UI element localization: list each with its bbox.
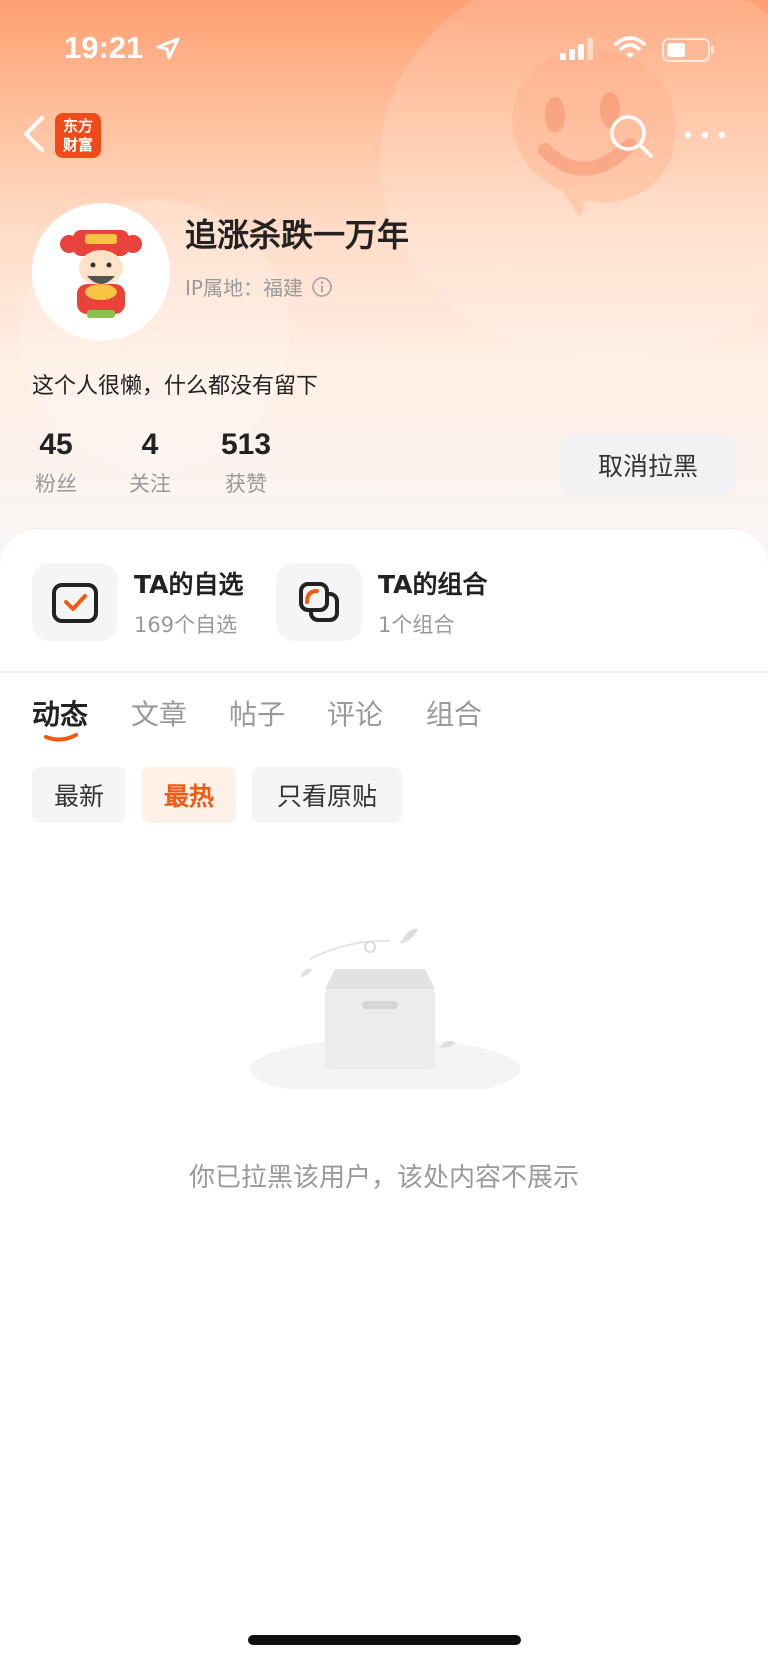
tab-dynamics[interactable]: 动态 — [32, 693, 88, 733]
stat-value: 4 — [141, 428, 159, 461]
more-options-icon[interactable] — [680, 120, 730, 150]
location-arrow-icon — [156, 37, 180, 60]
home-indicator[interactable] — [248, 1635, 521, 1645]
tab-comments[interactable]: 评论 — [327, 693, 383, 733]
status-bar: 19:21 — [0, 0, 768, 100]
content-card: TA的自选 169个自选 TA的组合 1个组合 动态 文章 帖子 评论 组合 最… — [0, 528, 768, 1663]
stat-likes[interactable]: 513 获赞 — [210, 428, 282, 498]
empty-state-message: 你已拉黑该用户，该处内容不展示 — [188, 1163, 579, 1193]
status-time: 19:21 — [64, 30, 144, 65]
active-tab-indicator — [44, 733, 78, 742]
ip-location: IP属地：福建 — [185, 272, 333, 301]
watchlist-shortcut[interactable]: TA的自选 169个自选 — [32, 563, 243, 641]
stat-label: 粉丝 — [35, 472, 77, 496]
filter-hottest[interactable]: 最热 — [142, 767, 236, 823]
stat-label: 获赞 — [225, 472, 267, 496]
unblock-button[interactable]: 取消拉黑 — [560, 434, 736, 496]
filter-latest[interactable]: 最新 — [32, 767, 126, 823]
divider — [0, 671, 768, 673]
shortcut-subtitle: 1个组合 — [378, 613, 455, 637]
shortcut-subtitle: 169个自选 — [134, 613, 238, 637]
filter-original-only[interactable]: 只看原贴 — [252, 767, 402, 823]
stat-followers[interactable]: 45 粉丝 — [22, 428, 90, 498]
shortcut-title: TA的组合 — [378, 570, 488, 599]
app-logo[interactable]: 东方财富 — [55, 113, 101, 158]
god-of-wealth-avatar-icon — [60, 230, 142, 318]
shortcut-title: TA的自选 — [134, 570, 244, 599]
username: 追涨杀跌一万年 — [185, 216, 410, 254]
checkbox-watchlist-icon — [52, 583, 98, 623]
battery-icon — [662, 38, 714, 62]
watchlist-icon-box — [32, 563, 118, 641]
cellular-signal-icon — [560, 38, 593, 60]
portfolio-icon-box — [276, 563, 362, 641]
search-icon[interactable] — [608, 113, 654, 159]
tab-portfolios[interactable]: 组合 — [426, 693, 482, 733]
empty-box-illustration — [250, 928, 520, 1089]
wifi-icon — [614, 36, 646, 58]
portfolio-shortcut[interactable]: TA的组合 1个组合 — [276, 563, 487, 641]
tab-articles[interactable]: 文章 — [131, 693, 187, 733]
avatar[interactable] — [32, 203, 170, 341]
stat-value: 45 — [39, 428, 73, 461]
stat-following[interactable]: 4 关注 — [116, 428, 184, 498]
info-icon[interactable] — [311, 276, 333, 298]
stat-value: 513 — [220, 428, 272, 461]
back-chevron-icon[interactable] — [16, 112, 52, 156]
tab-posts[interactable]: 帖子 — [229, 693, 285, 733]
portfolio-stack-icon — [299, 582, 339, 622]
bio: 这个人很懒，什么都没有留下 — [32, 374, 319, 399]
stat-label: 关注 — [129, 472, 171, 496]
ip-location-text: IP属地：福建 — [185, 276, 303, 300]
